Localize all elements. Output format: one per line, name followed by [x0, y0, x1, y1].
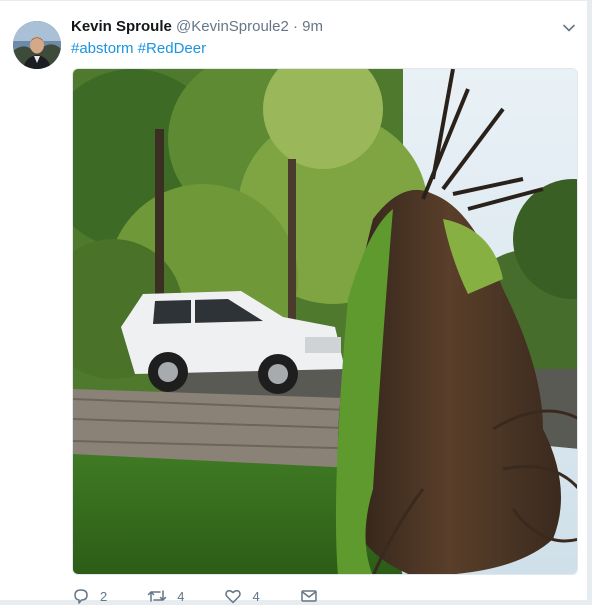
chevron-down-icon[interactable]: [561, 20, 577, 36]
avatar[interactable]: [13, 21, 61, 69]
direct-message-icon: [300, 590, 317, 602]
tweet-photo[interactable]: [72, 68, 578, 575]
like-count: 4: [252, 588, 260, 604]
tweet-card[interactable]: Kevin Sproule @KevinSproule2 · 9m #absto…: [0, 0, 588, 604]
tweet-header: Kevin Sproule @KevinSproule2 · 9m: [71, 17, 323, 37]
retweet-action[interactable]: 4: [147, 587, 184, 605]
like-action[interactable]: 4: [224, 587, 260, 605]
author-handle[interactable]: @KevinSproule2: [176, 18, 289, 35]
hashtag-reddeer[interactable]: #RedDeer: [138, 40, 206, 57]
like-icon: [225, 589, 242, 604]
retweet-icon: [147, 590, 167, 602]
separator-dot: ·: [293, 18, 298, 35]
direct-message-action[interactable]: [300, 587, 318, 605]
reply-action[interactable]: 2: [72, 587, 107, 605]
tweet-text: #abstorm #RedDeer: [71, 39, 206, 59]
hashtag-abstorm[interactable]: #abstorm: [71, 40, 134, 57]
reply-count: 2: [100, 588, 108, 604]
author-name[interactable]: Kevin Sproule: [71, 18, 172, 35]
tweet-actions: 2 4 4: [72, 587, 358, 605]
tweet-timestamp[interactable]: 9m: [302, 18, 323, 35]
retweet-count: 4: [177, 588, 185, 604]
reply-icon: [74, 589, 88, 604]
